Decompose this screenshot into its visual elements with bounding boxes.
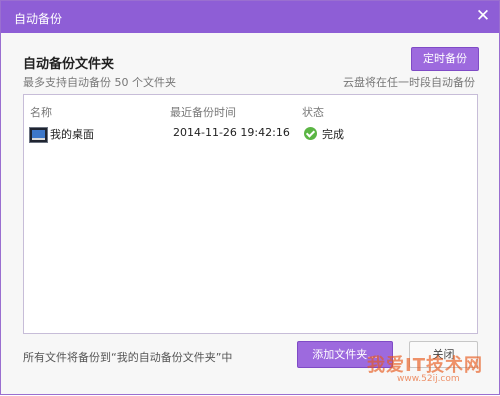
add-folder-button[interactable]: 添加文件夹... (297, 341, 393, 368)
column-header-name: 名称 (30, 106, 52, 119)
auto-backup-dialog: 自动备份 ✕ 自动备份文件夹 最多支持自动备份 50 个文件夹 定时备份 云盘将… (0, 0, 500, 395)
last-backup-time: 2014-11-26 19:42:16 (173, 126, 290, 139)
column-header-status: 状态 (302, 106, 324, 119)
desktop-folder-icon (29, 127, 48, 143)
section-title: 自动备份文件夹 (23, 57, 115, 72)
dialog-title: 自动备份 (14, 12, 63, 26)
folder-limit-note: 最多支持自动备份 50 个文件夹 (23, 76, 176, 89)
check-icon (304, 127, 317, 140)
schedule-note: 云盘将在任一时段自动备份 (343, 76, 475, 89)
table-row[interactable]: 我的桌面 2014-11-26 19:42:16 完成 (24, 122, 477, 146)
folder-name: 我的桌面 (50, 128, 94, 141)
schedule-backup-button[interactable]: 定时备份 (411, 47, 479, 71)
close-button[interactable]: 关闭 (409, 341, 478, 368)
backup-folder-list: 名称 最近备份时间 状态 我的桌面 2014-11-26 19:42:16 完成 (23, 94, 478, 334)
destination-note: 所有文件将备份到“我的自动备份文件夹”中 (23, 351, 233, 364)
title-bar: 自动备份 ✕ (1, 1, 499, 33)
close-icon[interactable]: ✕ (473, 6, 493, 26)
backup-status: 完成 (322, 128, 344, 141)
watermark-url: www.52ij.com (397, 374, 460, 384)
column-header-last-backup: 最近备份时间 (170, 106, 236, 119)
